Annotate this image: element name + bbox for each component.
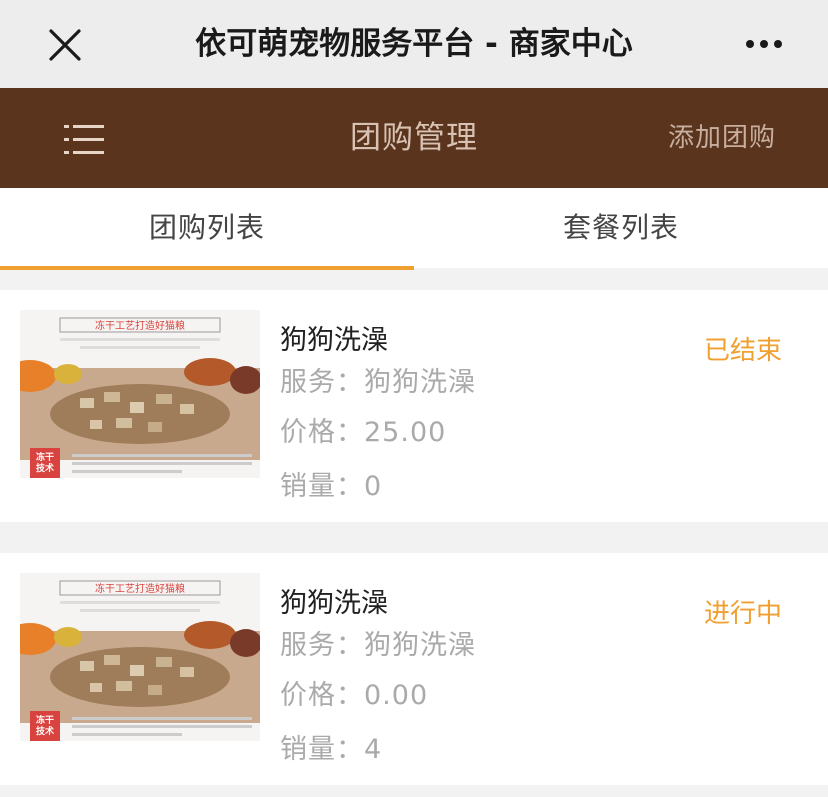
thumbnail-headline: 冻干工艺打造好猫粮 [95,582,185,595]
thumbnail-headline: 冻干工艺打造好猫粮 [95,319,185,332]
tab-bar: 团购列表 套餐列表 [0,188,828,270]
price-label: 价格： [280,417,364,448]
list-item[interactable]: 冻干工艺打造好猫粮 冻干 技术 狗狗洗澡 服务：狗狗洗澡 价格：25.00 销量… [0,290,828,522]
status-badge: 已结束 [703,336,782,366]
list-item[interactable]: 冻干工艺打造好猫粮 冻干 技术 狗狗洗澡 服务：狗狗洗澡 价格：0.00 销量：… [0,553,828,785]
thumbnail-badge-line2: 技术 [36,725,54,737]
service-value: 狗狗洗澡 [364,630,476,661]
menu-icon[interactable] [64,122,104,156]
price-value: 0.00 [364,680,429,711]
sales-label: 销量： [280,471,364,502]
tab-group-buy-list[interactable]: 团购列表 [0,188,414,270]
tab-package-list[interactable]: 套餐列表 [414,188,828,268]
item-sales: 销量：4 [280,727,382,766]
thumbnail-badge-line1: 冻干 [36,451,54,463]
sales-value: 0 [364,471,383,502]
more-options-icon[interactable] [744,36,784,52]
close-icon[interactable] [44,24,86,66]
sales-value: 4 [364,734,383,765]
item-price: 价格：25.00 [280,410,446,449]
thumbnail-badge-line2: 技术 [36,462,54,474]
service-label: 服务： [280,630,364,661]
product-thumbnail: 冻干工艺打造好猫粮 冻干 技术 [20,573,260,741]
item-sales: 销量：0 [280,464,382,503]
item-name: 狗狗洗澡 [280,588,388,619]
item-price: 价格：0.00 [280,673,428,712]
item-service: 服务：狗狗洗澡 [280,360,476,399]
price-value: 25.00 [364,417,447,448]
item-service: 服务：狗狗洗澡 [280,623,476,662]
product-thumbnail: 冻干工艺打造好猫粮 冻干 技术 [20,310,260,478]
status-badge: 进行中 [703,599,782,629]
sales-label: 销量： [280,734,364,765]
top-bar: 依可萌宠物服务平台 - 商家中心 [0,0,828,88]
thumbnail-badge-line1: 冻干 [36,714,54,726]
service-value: 狗狗洗澡 [364,367,476,398]
add-group-buy-button[interactable]: 添加团购 [668,88,776,188]
item-name: 狗狗洗澡 [280,325,388,356]
window-title: 依可萌宠物服务平台 - 商家中心 [195,26,633,62]
price-label: 价格： [280,680,364,711]
service-label: 服务： [280,367,364,398]
